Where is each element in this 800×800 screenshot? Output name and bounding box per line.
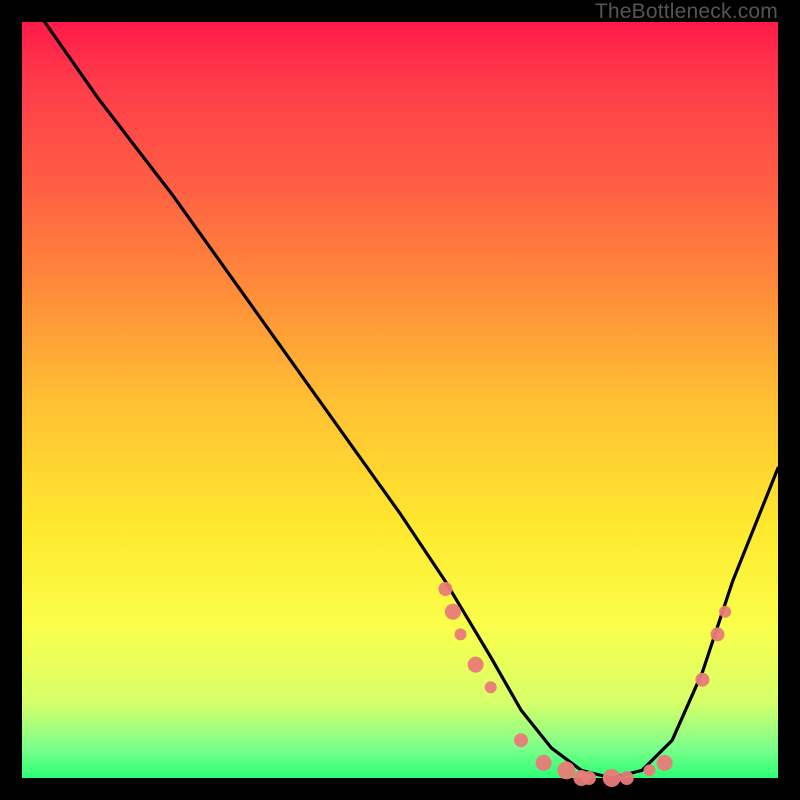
chart-svg: [22, 22, 778, 778]
scatter-point: [445, 604, 461, 620]
scatter-point: [557, 761, 575, 779]
scatter-point: [468, 657, 484, 673]
scatter-point: [582, 771, 596, 785]
scatter-point: [695, 673, 709, 687]
scatter-point: [603, 769, 621, 787]
scatter-point: [644, 764, 656, 776]
scatter-point: [536, 755, 552, 771]
scatter-point: [485, 681, 497, 693]
scatter-point: [719, 606, 731, 618]
scatter-point: [711, 627, 725, 641]
scatter-point: [657, 755, 673, 771]
watermark-text: TheBottleneck.com: [595, 0, 778, 24]
scatter-point: [514, 733, 528, 747]
scatter-point: [620, 771, 634, 785]
chart-plot-area: [22, 22, 778, 778]
scatter-point: [438, 582, 452, 596]
scatter-point: [455, 628, 467, 640]
chart-scatter-points: [438, 582, 731, 787]
chart-curve: [45, 22, 778, 778]
